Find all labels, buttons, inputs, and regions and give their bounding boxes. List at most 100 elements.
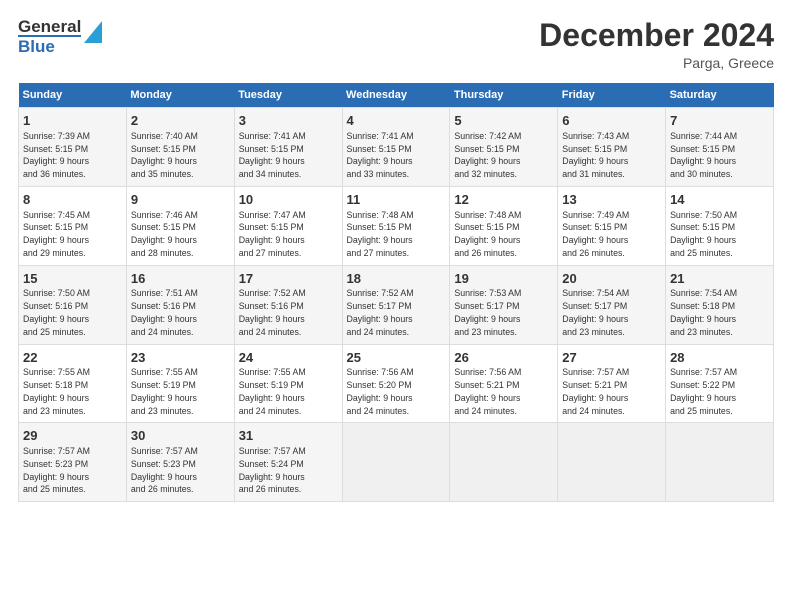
day-info: Sunrise: 7:52 AM Sunset: 5:16 PM Dayligh… [239,288,306,336]
day-info: Sunrise: 7:48 AM Sunset: 5:15 PM Dayligh… [454,210,521,258]
day-number: 26 [454,349,553,367]
day-info: Sunrise: 7:57 AM Sunset: 5:23 PM Dayligh… [23,446,90,494]
day-info: Sunrise: 7:40 AM Sunset: 5:15 PM Dayligh… [131,131,198,179]
day-number: 25 [347,349,446,367]
day-info: Sunrise: 7:47 AM Sunset: 5:15 PM Dayligh… [239,210,306,258]
day-number: 8 [23,191,122,209]
day-number: 19 [454,270,553,288]
calendar-cell: 18Sunrise: 7:52 AM Sunset: 5:17 PM Dayli… [342,265,450,344]
day-info: Sunrise: 7:57 AM Sunset: 5:22 PM Dayligh… [670,367,737,415]
weekday-header: Thursday [450,83,558,108]
day-info: Sunrise: 7:56 AM Sunset: 5:21 PM Dayligh… [454,367,521,415]
calendar-cell: 16Sunrise: 7:51 AM Sunset: 5:16 PM Dayli… [126,265,234,344]
calendar-cell: 6Sunrise: 7:43 AM Sunset: 5:15 PM Daylig… [558,108,666,187]
day-number: 17 [239,270,338,288]
calendar-cell: 7Sunrise: 7:44 AM Sunset: 5:15 PM Daylig… [666,108,774,187]
calendar-cell: 28Sunrise: 7:57 AM Sunset: 5:22 PM Dayli… [666,344,774,423]
calendar-cell: 27Sunrise: 7:57 AM Sunset: 5:21 PM Dayli… [558,344,666,423]
day-number: 11 [347,191,446,209]
day-number: 22 [23,349,122,367]
calendar-cell: 15Sunrise: 7:50 AM Sunset: 5:16 PM Dayli… [19,265,127,344]
header-row: SundayMondayTuesdayWednesdayThursdayFrid… [19,83,774,108]
calendar-cell: 22Sunrise: 7:55 AM Sunset: 5:18 PM Dayli… [19,344,127,423]
day-info: Sunrise: 7:43 AM Sunset: 5:15 PM Dayligh… [562,131,629,179]
weekday-header: Sunday [19,83,127,108]
day-number: 7 [670,112,769,130]
day-number: 15 [23,270,122,288]
day-info: Sunrise: 7:55 AM Sunset: 5:19 PM Dayligh… [239,367,306,415]
day-number: 28 [670,349,769,367]
calendar-cell: 29Sunrise: 7:57 AM Sunset: 5:23 PM Dayli… [19,423,127,502]
location: Parga, Greece [539,55,774,71]
calendar-cell: 8Sunrise: 7:45 AM Sunset: 5:15 PM Daylig… [19,186,127,265]
day-number: 29 [23,427,122,445]
day-number: 13 [562,191,661,209]
calendar-cell: 17Sunrise: 7:52 AM Sunset: 5:16 PM Dayli… [234,265,342,344]
day-info: Sunrise: 7:42 AM Sunset: 5:15 PM Dayligh… [454,131,521,179]
day-info: Sunrise: 7:53 AM Sunset: 5:17 PM Dayligh… [454,288,521,336]
calendar-cell: 25Sunrise: 7:56 AM Sunset: 5:20 PM Dayli… [342,344,450,423]
calendar-cell: 4Sunrise: 7:41 AM Sunset: 5:15 PM Daylig… [342,108,450,187]
day-info: Sunrise: 7:57 AM Sunset: 5:21 PM Dayligh… [562,367,629,415]
day-info: Sunrise: 7:48 AM Sunset: 5:15 PM Dayligh… [347,210,414,258]
calendar-cell: 3Sunrise: 7:41 AM Sunset: 5:15 PM Daylig… [234,108,342,187]
day-info: Sunrise: 7:41 AM Sunset: 5:15 PM Dayligh… [347,131,414,179]
logo-general: General [18,18,81,35]
calendar-cell: 1Sunrise: 7:39 AM Sunset: 5:15 PM Daylig… [19,108,127,187]
calendar-cell: 13Sunrise: 7:49 AM Sunset: 5:15 PM Dayli… [558,186,666,265]
day-info: Sunrise: 7:52 AM Sunset: 5:17 PM Dayligh… [347,288,414,336]
calendar-cell: 12Sunrise: 7:48 AM Sunset: 5:15 PM Dayli… [450,186,558,265]
day-number: 5 [454,112,553,130]
day-number: 21 [670,270,769,288]
header: General Blue December 2024 Parga, Greece [18,18,774,71]
day-number: 14 [670,191,769,209]
day-info: Sunrise: 7:41 AM Sunset: 5:15 PM Dayligh… [239,131,306,179]
calendar-week-row: 22Sunrise: 7:55 AM Sunset: 5:18 PM Dayli… [19,344,774,423]
day-number: 31 [239,427,338,445]
weekday-header: Tuesday [234,83,342,108]
day-info: Sunrise: 7:44 AM Sunset: 5:15 PM Dayligh… [670,131,737,179]
day-info: Sunrise: 7:56 AM Sunset: 5:20 PM Dayligh… [347,367,414,415]
day-info: Sunrise: 7:50 AM Sunset: 5:15 PM Dayligh… [670,210,737,258]
logo-blue: Blue [18,35,81,55]
logo-arrow-icon [84,21,102,48]
calendar-cell: 5Sunrise: 7:42 AM Sunset: 5:15 PM Daylig… [450,108,558,187]
day-number: 20 [562,270,661,288]
day-number: 12 [454,191,553,209]
day-number: 1 [23,112,122,130]
calendar-cell: 14Sunrise: 7:50 AM Sunset: 5:15 PM Dayli… [666,186,774,265]
day-info: Sunrise: 7:39 AM Sunset: 5:15 PM Dayligh… [23,131,90,179]
day-number: 10 [239,191,338,209]
day-number: 18 [347,270,446,288]
logo: General Blue [18,18,102,55]
day-number: 16 [131,270,230,288]
calendar-cell: 21Sunrise: 7:54 AM Sunset: 5:18 PM Dayli… [666,265,774,344]
calendar-cell: 20Sunrise: 7:54 AM Sunset: 5:17 PM Dayli… [558,265,666,344]
day-number: 23 [131,349,230,367]
day-info: Sunrise: 7:57 AM Sunset: 5:24 PM Dayligh… [239,446,306,494]
calendar-week-row: 29Sunrise: 7:57 AM Sunset: 5:23 PM Dayli… [19,423,774,502]
weekday-header: Wednesday [342,83,450,108]
day-info: Sunrise: 7:55 AM Sunset: 5:18 PM Dayligh… [23,367,90,415]
calendar-cell: 23Sunrise: 7:55 AM Sunset: 5:19 PM Dayli… [126,344,234,423]
day-info: Sunrise: 7:50 AM Sunset: 5:16 PM Dayligh… [23,288,90,336]
day-number: 24 [239,349,338,367]
day-number: 4 [347,112,446,130]
day-info: Sunrise: 7:45 AM Sunset: 5:15 PM Dayligh… [23,210,90,258]
calendar-cell [450,423,558,502]
day-info: Sunrise: 7:54 AM Sunset: 5:17 PM Dayligh… [562,288,629,336]
weekday-header: Monday [126,83,234,108]
day-number: 9 [131,191,230,209]
calendar-week-row: 15Sunrise: 7:50 AM Sunset: 5:16 PM Dayli… [19,265,774,344]
calendar-cell: 26Sunrise: 7:56 AM Sunset: 5:21 PM Dayli… [450,344,558,423]
weekday-header: Saturday [666,83,774,108]
calendar-cell: 11Sunrise: 7:48 AM Sunset: 5:15 PM Dayli… [342,186,450,265]
day-number: 30 [131,427,230,445]
day-number: 3 [239,112,338,130]
calendar-cell [558,423,666,502]
calendar-cell: 10Sunrise: 7:47 AM Sunset: 5:15 PM Dayli… [234,186,342,265]
day-info: Sunrise: 7:57 AM Sunset: 5:23 PM Dayligh… [131,446,198,494]
calendar-cell: 31Sunrise: 7:57 AM Sunset: 5:24 PM Dayli… [234,423,342,502]
page-container: General Blue December 2024 Parga, Greece… [0,0,792,512]
day-number: 2 [131,112,230,130]
